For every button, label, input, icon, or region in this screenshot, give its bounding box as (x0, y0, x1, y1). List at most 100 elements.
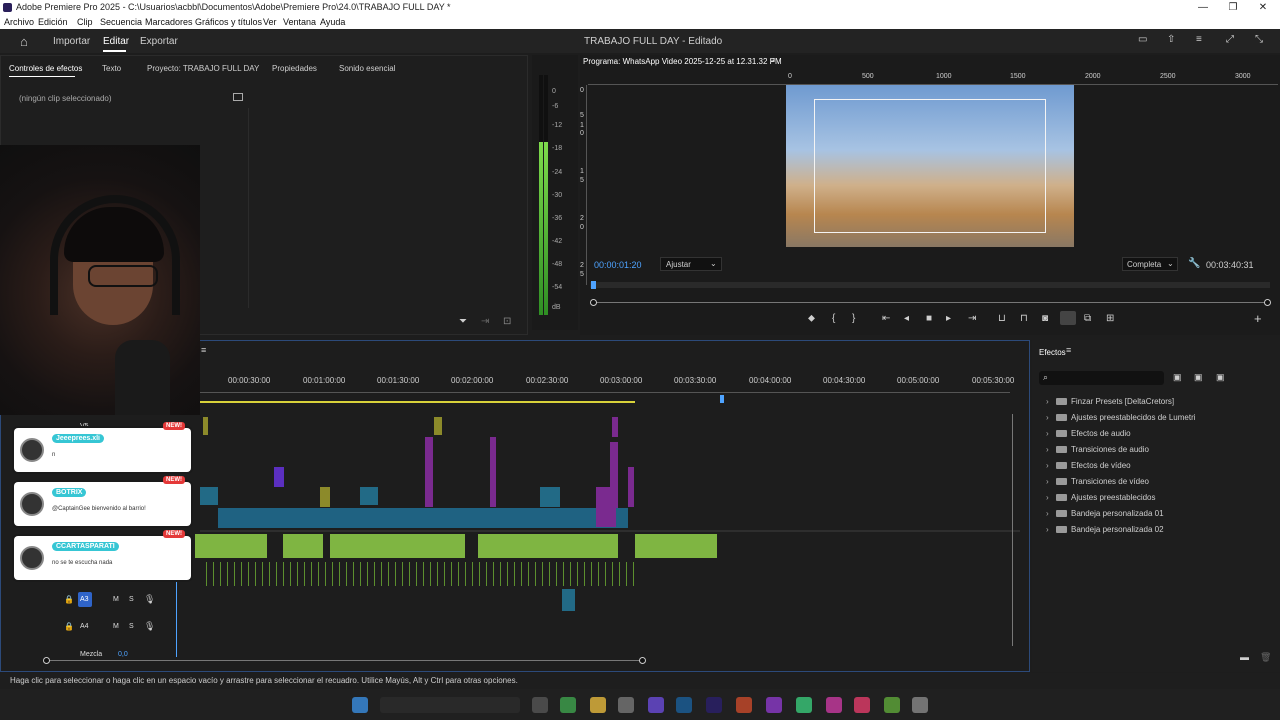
lift-icon[interactable]: ⊔ (998, 313, 1006, 324)
audio-track-a2[interactable] (200, 562, 640, 586)
timeline-menu-icon[interactable]: ≡ (201, 345, 206, 355)
mic-icon[interactable]: 🎙 (144, 594, 155, 605)
editar-tab[interactable]: Editar (103, 36, 129, 47)
video-tracks-area[interactable] (200, 402, 1020, 530)
effects-item[interactable]: › Transiciones de audio (1046, 445, 1149, 454)
effects-item[interactable]: › Finzar Presets [DeltaCretors] (1046, 397, 1174, 406)
premiere-icon[interactable] (706, 697, 722, 713)
menu-ventana[interactable]: Ventana (283, 17, 316, 27)
vr-icon[interactable]: ⊞ (1106, 313, 1114, 324)
settings-icon[interactable]: ⊡ (503, 316, 511, 327)
scroll-handle-left[interactable] (590, 299, 597, 306)
audio-clip-a3[interactable] (562, 589, 575, 611)
effects-item[interactable]: › Efectos de vídeo (1046, 461, 1131, 470)
menu-archivo[interactable]: Archivo (4, 17, 34, 27)
effects-item[interactable]: › Ajustes preestablecidos de Lumetri (1046, 413, 1196, 422)
fit-dropdown[interactable]: Ajustar ⌄ (660, 257, 722, 271)
audio-clip[interactable] (635, 534, 717, 558)
video-clip[interactable] (200, 487, 218, 505)
accelerated-icon[interactable]: ▣ (1173, 372, 1182, 383)
panel-toggle-icon[interactable]: ▭ (1138, 34, 1147, 45)
video-clip[interactable] (628, 467, 634, 507)
step-back-icon[interactable]: ◂ (904, 313, 909, 324)
mark-in-icon[interactable]: { (832, 313, 835, 324)
filter-icon[interactable]: ⏷ (459, 316, 467, 327)
step-forward-icon[interactable]: ▸ (946, 313, 951, 324)
tab-proyecto[interactable]: Proyecto: TRABAJO FULL DAY (147, 64, 259, 73)
audio-clip[interactable] (478, 534, 618, 558)
video-clip-strip[interactable] (218, 508, 628, 528)
minimize-button[interactable]: — (1188, 0, 1218, 15)
app-icon[interactable] (912, 697, 928, 713)
effects-item[interactable]: › Transiciones de vídeo (1046, 477, 1149, 486)
app-icon[interactable] (618, 697, 634, 713)
video-clip[interactable] (612, 417, 618, 437)
home-icon[interactable]: ⌂ (20, 34, 28, 49)
audio-clip[interactable] (330, 534, 465, 558)
mute-button[interactable]: M (113, 596, 119, 603)
menu-icon[interactable]: ≡ (770, 55, 775, 65)
wrench-icon[interactable]: 🔧 (1188, 258, 1200, 269)
marker-icon[interactable]: ⬥ (808, 313, 815, 324)
lock-icon[interactable]: 🔒 (64, 622, 74, 631)
fullscreen-icon[interactable]: ⤢ (1226, 34, 1234, 45)
32bit-icon[interactable]: ▣ (1194, 372, 1203, 383)
add-button-icon[interactable]: + (1254, 311, 1262, 326)
audio-track-a1[interactable] (195, 532, 725, 562)
timeline-v-scrollbar[interactable] (1012, 414, 1013, 646)
mute-button[interactable]: M (113, 623, 119, 630)
workspaces-icon[interactable]: ≡ (1196, 34, 1202, 45)
video-clip[interactable] (274, 467, 284, 487)
tab-controles-efectos[interactable]: Controles de efectos (9, 64, 82, 73)
extract-icon[interactable]: ⊓ (1020, 313, 1028, 324)
program-title[interactable]: Programa: WhatsApp Video 2025-12-25 at 1… (583, 57, 782, 66)
solo-button[interactable]: S (129, 623, 134, 630)
share-icon[interactable]: ⇧ (1167, 34, 1175, 45)
go-to-in-icon[interactable]: ⇤ (882, 313, 890, 324)
menu-secuencia[interactable]: Secuencia (100, 17, 142, 27)
scroll-handle-right[interactable] (1264, 299, 1271, 306)
audio-clip[interactable] (283, 534, 323, 558)
solo-button[interactable]: S (129, 596, 134, 603)
audio-clip[interactable] (195, 534, 267, 558)
lock-icon[interactable]: 🔒 (64, 595, 74, 604)
camera-icon[interactable]: ◙ (1042, 313, 1048, 324)
app-icon[interactable] (736, 697, 752, 713)
current-timecode[interactable]: 00:00:01:20 (594, 260, 642, 270)
mini-timeline[interactable] (590, 282, 1270, 288)
stop-icon[interactable]: ■ (926, 313, 932, 324)
new-bin-icon[interactable]: ▬ (1240, 652, 1249, 662)
scroll-handle-right[interactable] (639, 657, 646, 664)
panel-icon[interactable] (233, 93, 243, 101)
menu-edicion[interactable]: Edición (38, 17, 68, 27)
resolution-dropdown[interactable]: Completa ⌄ (1122, 257, 1178, 271)
app-icon[interactable] (826, 697, 842, 713)
app-icon[interactable] (532, 697, 548, 713)
maximize-button[interactable]: ❐ (1218, 0, 1248, 15)
track-a4-label[interactable]: A4 (80, 623, 89, 630)
exportar-tab[interactable]: Exportar (140, 36, 178, 47)
go-to-out-icon[interactable]: ⇥ (968, 313, 976, 324)
tab-texto[interactable]: Texto (102, 64, 121, 73)
video-clip[interactable] (320, 487, 330, 507)
mic-icon[interactable]: 🎙 (144, 621, 155, 632)
menu-ver[interactable]: Ver (263, 17, 277, 27)
folder-icon[interactable] (590, 697, 606, 713)
menu-clip[interactable]: Clip (77, 17, 93, 27)
effects-item[interactable]: › Ajustes preestablecidos (1046, 493, 1156, 502)
search-bar[interactable] (380, 697, 520, 713)
grid-icon[interactable] (1060, 311, 1076, 325)
effects-menu-icon[interactable]: ≡ (1066, 345, 1071, 355)
app-icon[interactable] (676, 697, 692, 713)
scroll-handle-left[interactable] (43, 657, 50, 664)
timeline-h-scrollbar[interactable] (47, 660, 643, 661)
video-clip-fx[interactable] (596, 487, 616, 527)
tab-sonido-esencial[interactable]: Sonido esencial (339, 64, 395, 73)
app-icon[interactable] (648, 697, 664, 713)
app-icon[interactable] (766, 697, 782, 713)
effects-item[interactable]: › Efectos de audio (1046, 429, 1131, 438)
app-icon[interactable] (854, 697, 870, 713)
export-icon[interactable]: ⇥ (481, 316, 489, 327)
mix-value[interactable]: 0,0 (118, 651, 128, 658)
importar-tab[interactable]: Importar (53, 36, 90, 47)
